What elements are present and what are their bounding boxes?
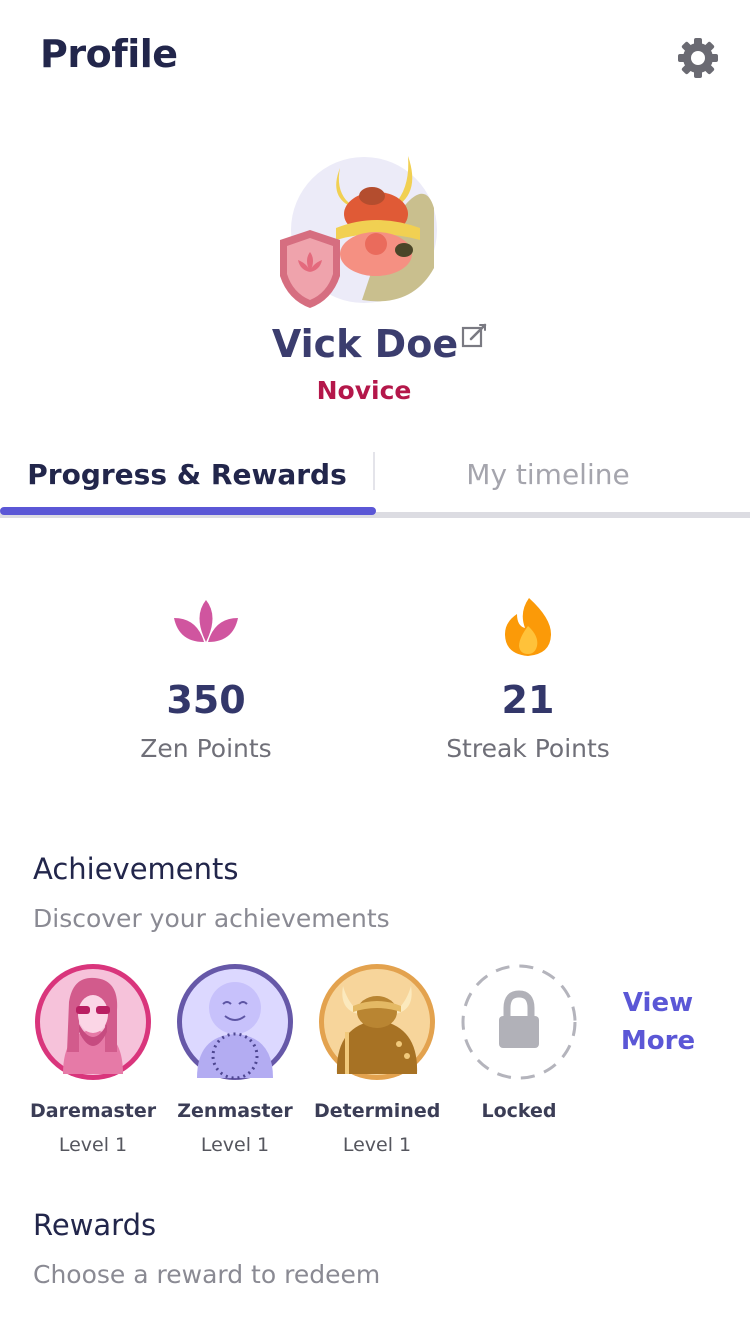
streak-points-value: 21 [501, 678, 555, 722]
achievements-subtitle: Discover your achievements [33, 904, 390, 933]
badge-level: Level 1 [58, 1134, 128, 1156]
edit-icon[interactable] [460, 322, 488, 350]
tab-bar: Progress & Rewards My timeline [0, 440, 750, 520]
rewards-title: Rewards [33, 1208, 157, 1242]
view-more-link[interactable]: View More [606, 984, 710, 1060]
badge-zenmaster[interactable]: Zenmaster Level 1 [172, 962, 298, 1156]
zenmaster-badge-icon [177, 964, 293, 1080]
lock-icon [461, 964, 577, 1080]
badge-determined[interactable]: Determined Level 1 [314, 962, 440, 1156]
gear-icon[interactable] [676, 36, 720, 80]
achievements-title: Achievements [33, 852, 239, 886]
badge-daremaster[interactable]: Daremaster Level 1 [30, 962, 156, 1156]
page-title: Profile [40, 32, 178, 76]
user-rank: Novice [316, 376, 412, 405]
streak-points-label: Streak Points [446, 734, 610, 763]
determined-badge-icon [319, 964, 435, 1080]
badge-name: Determined [314, 1100, 441, 1122]
zen-points-stat: 350 Zen Points [56, 596, 356, 766]
avatar[interactable] [272, 148, 452, 318]
badge-name: Daremaster [30, 1100, 157, 1122]
badge-level: Level 1 [342, 1134, 412, 1156]
lotus-icon [174, 600, 238, 642]
badge-level: Level 1 [200, 1134, 270, 1156]
daremaster-badge-icon [35, 964, 151, 1080]
badge-name: Locked [481, 1100, 557, 1122]
streak-points-stat: 21 Streak Points [378, 596, 678, 766]
tab-active-indicator [0, 507, 376, 515]
tab-my-timeline[interactable]: My timeline [376, 450, 720, 500]
badge-name: Zenmaster [177, 1100, 293, 1122]
tab-progress-rewards[interactable]: Progress & Rewards [0, 450, 374, 500]
zen-points-value: 350 [166, 678, 246, 722]
rewards-subtitle: Choose a reward to redeem [33, 1260, 381, 1289]
user-name: Vick Doe [271, 322, 459, 366]
tab-divider [373, 452, 375, 490]
badge-locked[interactable]: Locked [456, 962, 582, 1122]
zen-points-label: Zen Points [140, 734, 272, 763]
flame-icon [505, 598, 551, 656]
